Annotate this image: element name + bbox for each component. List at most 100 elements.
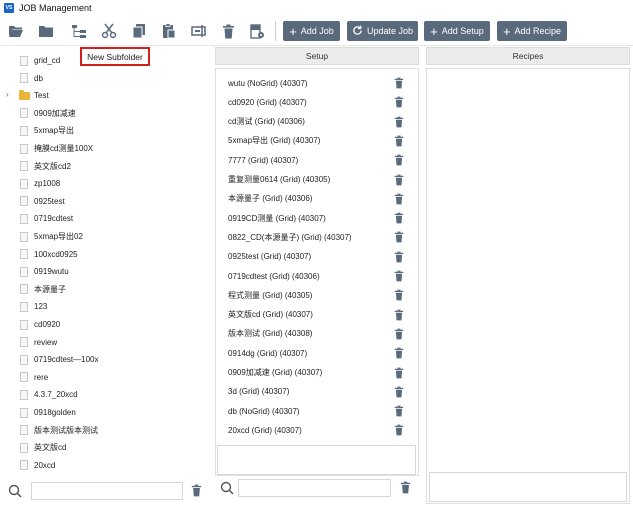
delete-setup-icon[interactable]: [394, 212, 404, 226]
setup-item-label[interactable]: 版本测试 (Grid) (40308): [228, 328, 312, 339]
setup-item-label[interactable]: cd0920 (Grid) (40307): [228, 98, 307, 107]
setup-item[interactable]: 本源量子 (Grid) (40306): [228, 191, 408, 207]
tree-item[interactable]: 0918golden: [6, 404, 206, 421]
setup-item-label[interactable]: db (NoGrid) (40307): [228, 407, 300, 416]
delete-setup-icon[interactable]: [394, 424, 404, 438]
setup-item-label[interactable]: 20xcd (Grid) (40307): [228, 426, 302, 435]
tree-structure-icon[interactable]: [70, 22, 88, 40]
tree-item[interactable]: 20xcd: [6, 457, 206, 474]
setup-item[interactable]: 程式测量 (Grid) (40305): [228, 287, 408, 303]
setup-item-label[interactable]: 5xmap导出 (Grid) (40307): [228, 135, 320, 146]
delete-setup-icon[interactable]: [394, 289, 404, 303]
setup-item[interactable]: 0719cdtest (Grid) (40306): [228, 268, 408, 284]
tree-item[interactable]: zp1008: [6, 175, 206, 192]
new-subfolder-button[interactable]: New Subfolder: [80, 47, 150, 66]
setup-search-delete-icon[interactable]: [400, 481, 411, 496]
tree-folder-item[interactable]: › Test: [6, 87, 206, 104]
setup-item[interactable]: 0909加减速 (Grid) (40307): [228, 365, 408, 381]
delete-setup-icon[interactable]: [394, 309, 404, 323]
tree-item[interactable]: 0925test: [6, 193, 206, 210]
delete-setup-icon[interactable]: [394, 367, 404, 381]
delete-setup-icon[interactable]: [394, 328, 404, 342]
setup-item-label[interactable]: 0919CD测量 (Grid) (40307): [228, 213, 326, 224]
delete-setup-icon[interactable]: [394, 135, 404, 149]
search-icon[interactable]: [8, 484, 22, 498]
settings-document-icon[interactable]: [248, 22, 266, 40]
update-job-button[interactable]: Update Job: [347, 21, 418, 41]
delete-setup-icon[interactable]: [394, 386, 404, 400]
tree-item[interactable]: 0719cdtest: [6, 210, 206, 227]
folder-icon[interactable]: [37, 22, 55, 40]
setup-item[interactable]: 0822_CD(本源量子) (Grid) (40307): [228, 229, 408, 245]
delete-setup-icon[interactable]: [394, 174, 404, 188]
setup-item[interactable]: cd0920 (Grid) (40307): [228, 94, 408, 110]
delete-setup-icon[interactable]: [394, 154, 404, 168]
tree-item[interactable]: 5xmap导出: [6, 122, 206, 139]
setup-item[interactable]: 7777 (Grid) (40307): [228, 152, 408, 168]
delete-icon[interactable]: [219, 22, 237, 40]
tree-item[interactable]: 英文版cd2: [6, 158, 206, 175]
setup-item[interactable]: db (NoGrid) (40307): [228, 403, 408, 419]
tree-item[interactable]: 0909加减速: [6, 105, 206, 122]
tree-item[interactable]: cd0920: [6, 316, 206, 333]
tree-item[interactable]: 5xmap导出02: [6, 228, 206, 245]
tree-item[interactable]: 版本测试版本测试: [6, 422, 206, 439]
setup-item[interactable]: 20xcd (Grid) (40307): [228, 422, 408, 438]
setup-item[interactable]: 版本测试 (Grid) (40308): [228, 326, 408, 342]
add-recipe-button[interactable]: + Add Recipe: [497, 21, 567, 41]
delete-setup-icon[interactable]: [394, 251, 404, 265]
delete-setup-icon[interactable]: [394, 193, 404, 207]
setup-item-label[interactable]: 程式测量 (Grid) (40305): [228, 290, 312, 301]
setup-item[interactable]: 0914dg (Grid) (40307): [228, 345, 408, 361]
delete-setup-icon[interactable]: [394, 77, 404, 91]
rename-icon[interactable]: [190, 22, 208, 40]
tree-item[interactable]: review: [6, 334, 206, 351]
setup-item-label[interactable]: 0822_CD(本源量子) (Grid) (40307): [228, 232, 352, 243]
tree-item[interactable]: 123: [6, 298, 206, 315]
setup-search-input[interactable]: [238, 479, 391, 497]
tree-item[interactable]: 0919wutu: [6, 263, 206, 280]
tree-item[interactable]: 本源量子: [6, 281, 206, 298]
tree-delete-icon[interactable]: [191, 484, 202, 499]
setup-item-label[interactable]: 重复测量0614 (Grid) (40305): [228, 174, 330, 185]
setup-item[interactable]: 5xmap导出 (Grid) (40307): [228, 133, 408, 149]
tree-search-input[interactable]: [31, 482, 183, 500]
tree-item[interactable]: rere: [6, 369, 206, 386]
delete-setup-icon[interactable]: [394, 347, 404, 361]
setup-item-label[interactable]: 0925test (Grid) (40307): [228, 252, 311, 261]
setup-item-label[interactable]: 0914dg (Grid) (40307): [228, 349, 307, 358]
tree-item[interactable]: 英文版cd: [6, 439, 206, 456]
setup-item-label[interactable]: 0909加减速 (Grid) (40307): [228, 367, 322, 378]
copy-icon[interactable]: [130, 22, 148, 40]
setup-item[interactable]: 0925test (Grid) (40307): [228, 249, 408, 265]
paste-icon[interactable]: [160, 22, 178, 40]
setup-item-label[interactable]: 3d (Grid) (40307): [228, 387, 289, 396]
cut-icon[interactable]: [100, 22, 118, 40]
setup-item[interactable]: 英文版cd (Grid) (40307): [228, 307, 408, 323]
tree-item[interactable]: 4.3.7_20xcd: [6, 386, 206, 403]
setup-item-label[interactable]: wutu (NoGrid) (40307): [228, 79, 308, 88]
delete-setup-icon[interactable]: [394, 270, 404, 284]
delete-setup-icon[interactable]: [394, 96, 404, 110]
setup-item-label[interactable]: 0719cdtest (Grid) (40306): [228, 272, 320, 281]
search-icon[interactable]: [220, 481, 234, 495]
tree-item[interactable]: db: [6, 70, 206, 87]
expand-arrow-icon[interactable]: ›: [6, 90, 9, 99]
setup-item-label[interactable]: 本源量子 (Grid) (40306): [228, 193, 312, 204]
setup-item[interactable]: 0919CD测量 (Grid) (40307): [228, 210, 408, 226]
tree-item[interactable]: 0719cdtest—100x: [6, 351, 206, 368]
setup-item-label[interactable]: 7777 (Grid) (40307): [228, 156, 298, 165]
setup-item[interactable]: wutu (NoGrid) (40307): [228, 75, 408, 91]
setup-item[interactable]: 3d (Grid) (40307): [228, 384, 408, 400]
tree-item[interactable]: 100xcd0925: [6, 246, 206, 263]
delete-setup-icon[interactable]: [394, 405, 404, 419]
add-job-button[interactable]: + Add Job: [283, 21, 340, 41]
open-folder-icon[interactable]: [7, 22, 25, 40]
add-setup-button[interactable]: + Add Setup: [424, 21, 490, 41]
tree-item[interactable]: 掩膜cd测量100X: [6, 140, 206, 157]
setup-item-label[interactable]: cd测试 (Grid) (40306): [228, 116, 305, 127]
setup-item[interactable]: 重复测量0614 (Grid) (40305): [228, 172, 408, 188]
delete-setup-icon[interactable]: [394, 116, 404, 130]
delete-setup-icon[interactable]: [394, 231, 404, 245]
setup-item-label[interactable]: 英文版cd (Grid) (40307): [228, 309, 313, 320]
